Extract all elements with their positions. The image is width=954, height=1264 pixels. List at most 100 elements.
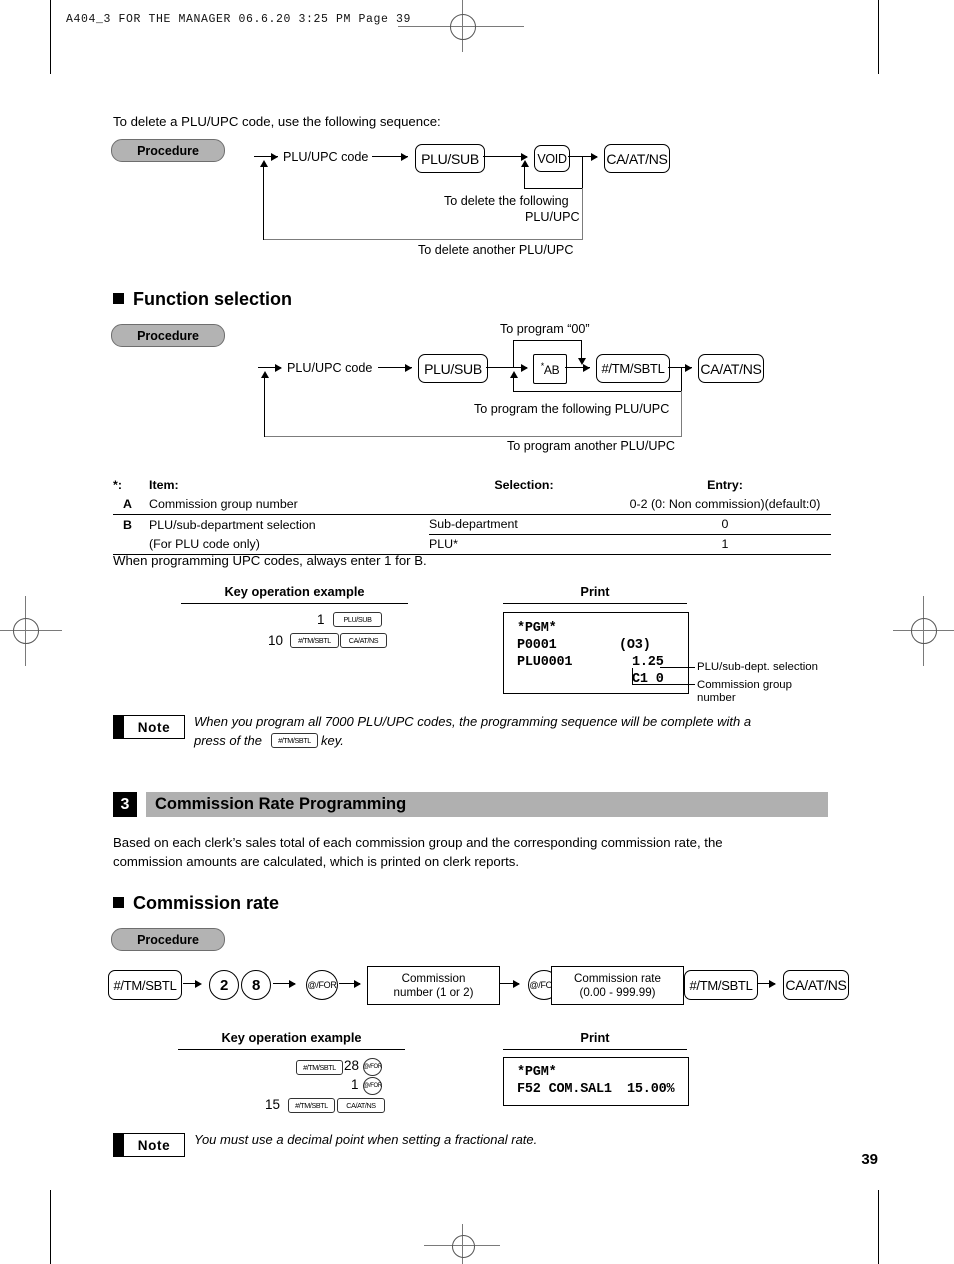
- section-3-paragraph-line2: commission amounts are calculated, which…: [113, 854, 520, 869]
- registration-mark-left: [13, 618, 39, 644]
- key-tm-sbtl-commission-final[interactable]: #/TM/SBTL: [684, 970, 758, 1000]
- bypass-line: [513, 340, 515, 368]
- bypass-line: [513, 340, 582, 342]
- note-1-text-line1: When you program all 7000 PLU/UPC codes,…: [194, 714, 752, 729]
- key-ca-at-ns-mini-2[interactable]: CA/AT/NS: [337, 1098, 385, 1113]
- key-ca-at-ns-function[interactable]: CA/AT/NS: [698, 354, 764, 383]
- key-label: @/FOR: [307, 980, 337, 990]
- flow-arrow: [513, 980, 520, 988]
- receipt-line-3-left: PLU0001: [517, 655, 573, 670]
- flow-arrow: [195, 980, 202, 988]
- key-plu-sub-delete[interactable]: PLU/SUB: [415, 144, 485, 173]
- key-tm-sbtl-commission-1[interactable]: #/TM/SBTL: [108, 970, 182, 1000]
- ab-text: AB: [543, 363, 560, 377]
- key-tm-sbtl-function[interactable]: #/TM/SBTL: [596, 354, 670, 383]
- loop-arrow-outer: [260, 160, 268, 167]
- example1-row1-number: 1: [317, 612, 325, 627]
- cell-entry: 0: [619, 514, 831, 535]
- procedure-pill-delete: Procedure: [111, 139, 225, 162]
- page-number: 39: [861, 1151, 878, 1168]
- key-ca-at-ns-mini[interactable]: CA/AT/NS: [340, 633, 387, 648]
- key-ca-at-ns-delete[interactable]: CA/AT/NS: [604, 144, 670, 173]
- delete-loop-inner-label-2: PLU/UPC: [525, 210, 580, 224]
- table-row: A Commission group number 0-2 (0: Non co…: [113, 495, 831, 515]
- loop-line-outer: [264, 436, 682, 438]
- cell-desc: Commission group number: [149, 495, 429, 515]
- example2-row1-number: 28: [344, 1058, 360, 1073]
- delete-flow-input-label: PLU/UPC code: [283, 150, 369, 164]
- key-digit-8[interactable]: 8: [241, 970, 271, 1000]
- note-label: Note: [137, 1137, 171, 1153]
- cell-selection: PLU*: [429, 534, 619, 555]
- delete-loop-inner-label-1: To delete the following: [444, 194, 569, 208]
- heading-text: Commission rate: [133, 893, 280, 913]
- commission-number-box: Commission number (1 or 2): [367, 966, 500, 1005]
- item-table-footnote: When programming UPC codes, always enter…: [113, 553, 427, 568]
- key-label: CA/AT/NS: [700, 360, 762, 377]
- col-header-item: Item:: [149, 478, 179, 492]
- key-label: 8: [251, 976, 261, 994]
- key-digit-2[interactable]: 2: [209, 970, 239, 1000]
- callout-commission-group-l1: Commission group: [697, 679, 792, 691]
- key-label: #/TM/SBTL: [113, 977, 177, 993]
- note-1-text-after: key.: [321, 733, 344, 748]
- table-header-row: *: Item: Selection: Entry:: [113, 476, 831, 495]
- table-row: B PLU/sub-department selection Sub-depar…: [113, 514, 831, 535]
- key-tm-sbtl-mini-2a[interactable]: #/TM/SBTL: [296, 1060, 343, 1075]
- loop-line: [582, 156, 584, 189]
- note-black-bar: [114, 1134, 124, 1156]
- key-label: 2: [219, 976, 229, 994]
- star-prefix: *:: [113, 478, 122, 492]
- delete-intro-text: To delete a PLU/UPC code, use the follow…: [113, 114, 441, 129]
- flow-arrow: [401, 153, 408, 161]
- key-label: #/TM/SBTL: [601, 361, 665, 376]
- key-label: PLU/SUB: [421, 150, 479, 167]
- callout-plu-subdept: PLU/sub-dept. selection: [697, 661, 818, 673]
- print-heading-1: Print: [503, 584, 687, 604]
- callout-line-1: [660, 667, 695, 669]
- key-label: *AB: [541, 361, 560, 377]
- loop-line: [681, 367, 683, 392]
- callout-line-2-v: [632, 668, 634, 685]
- key-label: PLU/SUB: [343, 615, 372, 624]
- flow-arrow: [354, 980, 361, 988]
- note-label: Note: [137, 719, 171, 735]
- key-at-for-mini-2[interactable]: @/FOR: [363, 1077, 382, 1095]
- print-receipt-1: *PGM* P0001 (O3) PLU0001 1.25 C1 0: [503, 612, 689, 694]
- key-plu-sub-function[interactable]: PLU/SUB: [418, 354, 488, 383]
- loop-line: [524, 166, 526, 189]
- key-ab-param[interactable]: *AB: [533, 354, 567, 384]
- key-label: #/TM/SBTL: [278, 736, 311, 745]
- key-label: #/TM/SBTL: [295, 1101, 328, 1110]
- commission-rate-box-inner: Commission rate (0.00 - 999.99): [551, 966, 684, 1005]
- cell-entry: 0-2 (0: Non commission)(default:0): [619, 495, 831, 515]
- left-margin-rule-bottom: [50, 1190, 51, 1264]
- registration-mark-top: [450, 14, 476, 40]
- receipt-line-3-right: 1.25: [632, 655, 664, 670]
- key-ca-at-ns-commission[interactable]: CA/AT/NS: [783, 970, 849, 1000]
- heading-text: Function selection: [133, 289, 293, 309]
- loop-line: [513, 391, 682, 393]
- section-3-number: 3: [113, 792, 137, 817]
- key-tm-sbtl-mini[interactable]: #/TM/SBTL: [290, 633, 339, 648]
- key-at-for-mini-1[interactable]: @/FOR: [363, 1058, 382, 1076]
- col-header-selection: Selection:: [494, 478, 554, 492]
- bypass-arrow: [578, 358, 586, 365]
- key-plu-sub-mini[interactable]: PLU/SUB: [333, 612, 382, 627]
- key-label: CA/AT/NS: [348, 636, 379, 645]
- key-tm-sbtl-mini-note[interactable]: #/TM/SBTL: [271, 733, 318, 748]
- print-heading-2: Print: [503, 1030, 687, 1050]
- cell-item: B: [123, 517, 132, 532]
- delete-loop-outer-label: To delete another PLU/UPC: [418, 243, 574, 257]
- program-00-label: To program “00”: [500, 322, 590, 336]
- note-black-bar: [114, 716, 124, 738]
- key-tm-sbtl-mini-2b[interactable]: #/TM/SBTL: [288, 1098, 335, 1113]
- flow-arrow: [275, 364, 282, 372]
- key-void-delete[interactable]: VOID: [534, 145, 570, 172]
- key-at-for-1[interactable]: @/FOR: [306, 970, 338, 1000]
- loop-line-outer: [264, 377, 266, 437]
- cell-selection: [429, 495, 619, 515]
- callout-commission-group-l2: number: [697, 692, 736, 704]
- commission-rate-label-1: Commission rate: [574, 972, 661, 985]
- receipt-2-line-2-right: 15.00%: [627, 1082, 675, 1097]
